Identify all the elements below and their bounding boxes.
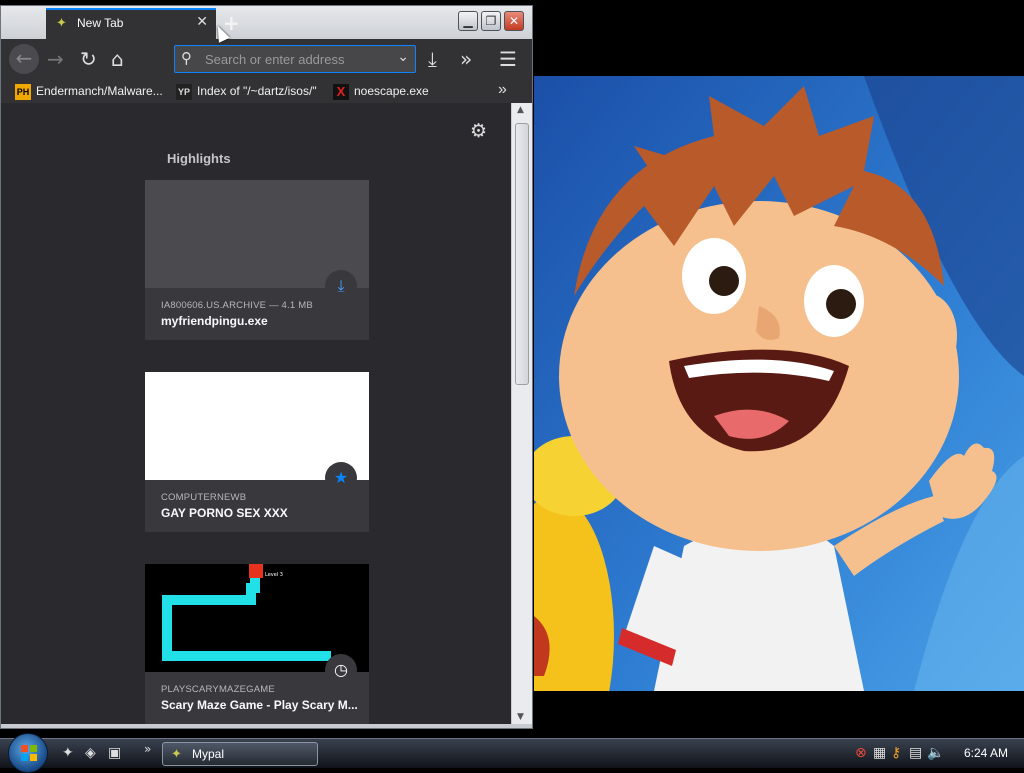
- browser-window: ✦ New Tab ✕ + ▁ ❐ ✕ ← → ↻ ⌂ ⚲ ⌄ ⤓ » ☰: [0, 5, 533, 729]
- pornhub-favicon-icon: PH: [15, 83, 31, 100]
- vertical-scrollbar[interactable]: ▲ ▼: [511, 103, 532, 724]
- show-desktop-icon[interactable]: ▣: [108, 745, 131, 761]
- tab-close-icon[interactable]: ✕: [196, 14, 208, 30]
- forward-arrow-icon[interactable]: →: [47, 47, 64, 71]
- chevron-down-icon[interactable]: ⌄: [397, 49, 409, 65]
- reload-icon[interactable]: ↻: [80, 47, 97, 71]
- mypal-logo-icon: ✦: [171, 746, 182, 761]
- bookmark-endermanch[interactable]: PH Endermanch/Malware...: [15, 82, 163, 100]
- mypal-logo-icon: ✦: [56, 16, 67, 31]
- scroll-up-arrow-icon[interactable]: ▲: [517, 105, 524, 115]
- quick-launch-overflow-icon[interactable]: »: [144, 742, 151, 756]
- download-icon[interactable]: ⤓: [428, 47, 437, 71]
- bookmark-label: Index of "/~dartz/isos/": [197, 84, 317, 98]
- highlights-heading: Highlights: [167, 151, 231, 166]
- address-input[interactable]: [205, 49, 385, 69]
- back-arrow-icon[interactable]: ←: [9, 44, 39, 74]
- security-alert-icon[interactable]: ⊗: [855, 745, 873, 761]
- taskbar-clock[interactable]: 6:24 AM: [964, 746, 1008, 760]
- windows-logo-icon: [21, 745, 37, 761]
- taskbar-item-mypal[interactable]: ✦ Mypal: [162, 742, 318, 766]
- bookmarks-overflow-icon[interactable]: »: [498, 81, 507, 99]
- gear-icon[interactable]: ⚙: [470, 120, 487, 142]
- taskbar: ✦ ◈ ▣ » ✦ Mypal ⊗ ▦ ⚷ ▤ 🔈 6:24 AM: [0, 733, 1024, 773]
- bookmark-label: noescape.exe: [354, 84, 429, 98]
- maze-level-label: Level 3: [265, 572, 283, 578]
- hamburger-menu-icon[interactable]: ☰: [499, 47, 517, 71]
- quick-launch: ✦ ◈ ▣: [62, 745, 131, 761]
- new-tab-page: ⚙ Highlights ⤓ IA800606.US.ARCHIVE — 4.1…: [1, 103, 511, 724]
- taskbar-item-label: Mypal: [192, 747, 225, 761]
- card-source: IA800606.US.ARCHIVE — 4.1 MB: [161, 300, 313, 311]
- volume-icon[interactable]: 🔈: [927, 745, 945, 761]
- tab-new-tab[interactable]: ✦ New Tab ✕: [46, 8, 216, 40]
- x-favicon-icon: X: [333, 83, 349, 100]
- card-source: PLAYSCARYMAZEGAME: [161, 684, 275, 695]
- card-title: GAY PORNO SEX XXX: [161, 506, 288, 520]
- tab-title: New Tab: [77, 16, 124, 30]
- card-title: myfriendpingu.exe: [161, 314, 268, 328]
- tray-app-icon[interactable]: ▦: [873, 745, 891, 761]
- network-icon[interactable]: ▤: [909, 745, 927, 761]
- browser-quicklaunch-icon[interactable]: ◈: [85, 745, 108, 761]
- bookmark-noescape[interactable]: Xnoescape.exe: [333, 82, 429, 100]
- browser-titlebar[interactable]: ✦ New Tab ✕ + ▁ ❐ ✕: [1, 6, 532, 40]
- start-button[interactable]: [8, 733, 48, 773]
- overflow-chevron-icon[interactable]: »: [460, 47, 472, 71]
- highlight-card-scary-maze[interactable]: Level 3 ◷ PLAYSCARYMAZEGAME Scary Maze G…: [145, 564, 369, 724]
- search-icon: ⚲: [181, 49, 192, 67]
- bookmarks-toolbar: PH Endermanch/Malware... YP Index of "/~da…: [1, 79, 532, 103]
- system-tray: ⊗ ▦ ⚷ ▤ 🔈: [855, 745, 945, 761]
- card-title: Scary Maze Game - Play Scary M...: [161, 698, 358, 712]
- bookmark-label: Endermanch/Malware...: [36, 84, 163, 98]
- desktop: ✦ New Tab ✕ + ▁ ❐ ✕ ← → ↻ ⌂ ⚲ ⌄ ⤓ » ☰: [0, 0, 1024, 738]
- bookmark-star-icon: ★: [325, 462, 357, 494]
- home-icon[interactable]: ⌂: [111, 47, 124, 71]
- cartoon-boy-image: [534, 76, 1024, 691]
- scroll-down-arrow-icon[interactable]: ▼: [517, 712, 524, 722]
- close-window-button[interactable]: ✕: [504, 11, 524, 31]
- minimize-button[interactable]: ▁: [458, 11, 478, 31]
- scrollbar-thumb[interactable]: [515, 123, 529, 385]
- clock-icon: ◷: [325, 654, 357, 686]
- bookmark-dartz-isos[interactable]: YP Index of "/~dartz/isos/": [176, 82, 317, 100]
- highlight-card-computernewb[interactable]: ★ COMPUTERNEWB GAY PORNO SEX XXX: [145, 372, 369, 532]
- download-icon: ⤓: [325, 270, 357, 302]
- maximize-button[interactable]: ❐: [481, 11, 501, 31]
- yp-favicon-icon: YP: [176, 83, 192, 100]
- navigation-toolbar: ← → ↻ ⌂ ⚲ ⌄ ⤓ » ☰: [1, 39, 532, 79]
- card-source: COMPUTERNEWB: [161, 492, 247, 503]
- tray-key-icon[interactable]: ⚷: [891, 745, 909, 761]
- mypal-quicklaunch-icon[interactable]: ✦: [62, 745, 85, 761]
- address-bar[interactable]: ⚲ ⌄: [174, 45, 416, 73]
- highlight-card-myfriendpingu[interactable]: ⤓ IA800606.US.ARCHIVE — 4.1 MB myfriendp…: [145, 180, 369, 340]
